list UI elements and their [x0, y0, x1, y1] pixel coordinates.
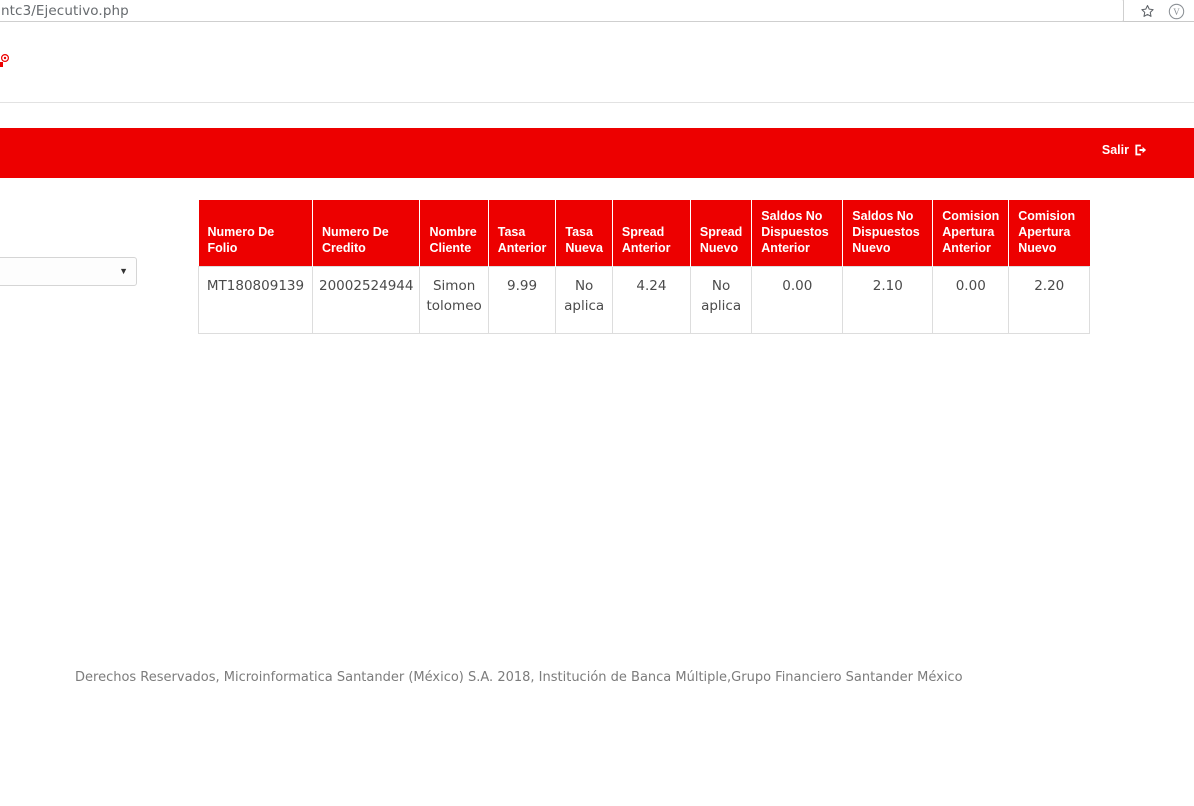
column-header-numero-de-folio: Numero De Folio [198, 200, 313, 267]
logout-label: Salir [1101, 142, 1129, 157]
chevron-down-icon: ▼ [119, 266, 128, 276]
cell-spread-nuevo: No aplica [689, 266, 753, 334]
address-bar-url: ntc3/Ejecutivo.php [1, 2, 129, 19]
svg-text:V: V [1173, 6, 1180, 16]
table-row: MT180809139 20002524944 Simon tolomeo 9.… [198, 266, 1091, 334]
browser-chrome: ntc3/Ejecutivo.php V [0, 0, 1194, 22]
cell-comision-apertura-anterior: 0.00 [932, 266, 1010, 334]
app-header-bar: Salir [0, 128, 1194, 178]
column-header-saldos-no-dispuestos-nuevo: Saldos No Dispuestos Nuevo [842, 200, 934, 267]
cell-saldos-no-dispuestos-anterior: 0.00 [751, 266, 844, 334]
column-header-nombre-cliente: Nombre Cliente [419, 200, 489, 267]
profile-avatar-icon[interactable]: V [1164, 1, 1188, 21]
filter-select[interactable]: ▼ [0, 257, 137, 286]
column-header-spread-anterior: Spread Anterior [612, 200, 691, 267]
column-header-spread-nuevo: Spread Nuevo [690, 200, 753, 267]
results-table-container: Numero De Folio Numero De Credito Nombre… [198, 200, 1091, 334]
sign-out-icon [1134, 143, 1148, 157]
column-header-tasa-anterior: Tasa Anterior [488, 200, 557, 267]
results-table-head: Numero De Folio Numero De Credito Nombre… [198, 200, 1090, 267]
column-header-comision-apertura-nuevo: Comision Apertura Nuevo [1008, 200, 1090, 267]
cell-tasa-nueva: No aplica [555, 266, 613, 334]
column-header-tasa-nueva: Tasa Nueva [555, 200, 613, 267]
results-table-body: MT180809139 20002524944 Simon tolomeo 9.… [198, 266, 1091, 334]
cell-numero-de-credito: 20002524944 [311, 266, 421, 334]
results-table: Numero De Folio Numero De Credito Nombre… [198, 200, 1091, 334]
cell-saldos-no-dispuestos-nuevo: 2.10 [842, 266, 934, 334]
column-header-numero-de-credito: Numero De Credito [312, 200, 421, 267]
cell-tasa-anterior: 9.99 [487, 266, 557, 334]
cell-numero-de-folio: MT180809139 [198, 266, 313, 334]
star-icon[interactable] [1136, 1, 1158, 21]
cell-spread-anterior: 4.24 [611, 266, 691, 334]
santander-flame-icon [0, 53, 12, 69]
address-bar[interactable]: ntc3/Ejecutivo.php [0, 0, 1124, 22]
table-header-row: Numero De Folio Numero De Credito Nombre… [198, 200, 1090, 267]
cell-nombre-cliente: Simon tolomeo [419, 266, 489, 334]
cell-comision-apertura-nuevo: 2.20 [1008, 266, 1091, 334]
column-header-comision-apertura-anterior: Comision Apertura Anterior [932, 200, 1010, 267]
footer-copyright: Derechos Reservados, Microinformatica Sa… [75, 670, 963, 685]
column-header-saldos-no-dispuestos-anterior: Saldos No Dispuestos Anterior [751, 200, 844, 267]
logout-button[interactable]: Salir [1102, 143, 1148, 157]
page-top-strip [0, 22, 1194, 103]
